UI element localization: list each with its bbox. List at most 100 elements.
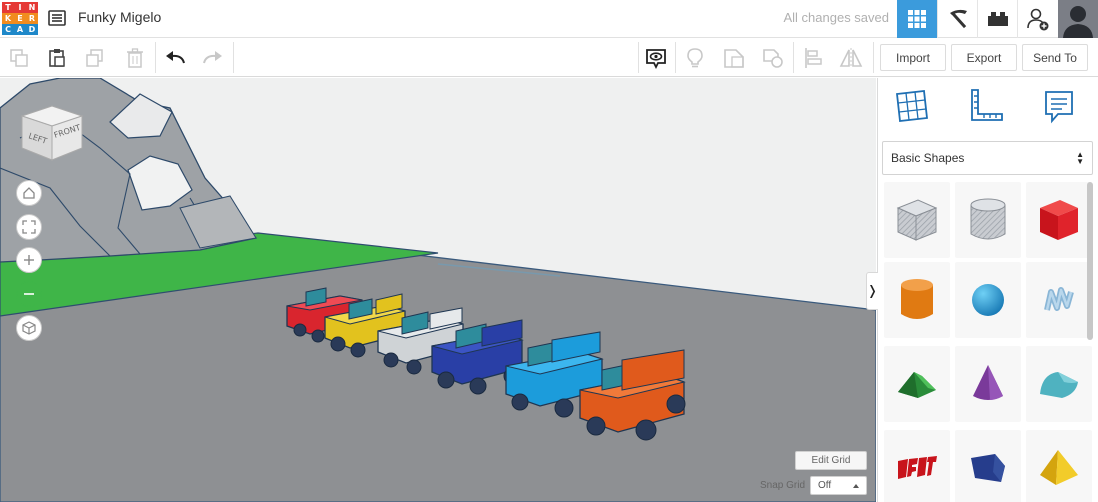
ungroup-icon [763,48,783,68]
chevron-right-icon: ❭ [867,283,878,299]
3d-view-button[interactable] [897,0,937,38]
toolbar-divider [233,42,234,73]
shape-cone[interactable] [955,346,1021,422]
roof-icon [898,372,936,398]
workplane-viewport[interactable]: LEFT FRONT Edit Grid Snap Grid Off [0,78,876,502]
duplicate-icon [86,48,103,67]
trash-icon [127,47,143,68]
shape-text[interactable] [884,430,950,502]
mirror-icon [839,47,863,68]
brick-icon [987,12,1008,26]
shape-category-select[interactable]: Basic Shapes ▲ ▼ [882,141,1093,175]
grid-icon [908,10,926,28]
toolbar-divider [873,42,874,73]
logo-letter: R [26,13,38,24]
workplane-grid-icon [896,90,928,122]
design-list-icon[interactable] [48,9,66,27]
redo-button[interactable] [194,38,232,77]
invite-user-button[interactable] [1017,0,1057,38]
paste-button[interactable] [38,38,76,77]
polygon-icon [971,454,1005,482]
ungroup-button[interactable] [754,38,792,77]
export-button[interactable]: Export [951,44,1017,71]
zoom-in-button[interactable] [16,247,42,273]
ruler-tool-button[interactable] [966,86,1006,126]
paste-icon [49,48,65,67]
notes-tool-button[interactable] [1039,86,1079,126]
workplane-tool-button[interactable] [892,86,932,126]
collapse-panel-button[interactable]: ❭ [866,272,878,310]
fit-view-button[interactable] [16,214,42,240]
plus-icon [24,255,34,265]
home-view-button[interactable] [16,180,42,206]
zoom-out-button[interactable] [16,281,42,307]
shape-round-roof[interactable] [1026,346,1092,422]
shape-polygon[interactable] [955,430,1021,502]
shape-pyramid[interactable] [1026,430,1092,502]
view-cube[interactable]: LEFT FRONT [14,98,86,168]
undo-icon [166,50,185,63]
send-to-button[interactable]: Send To [1022,44,1088,71]
ruler-icon [971,89,1003,121]
perspective-button[interactable] [16,315,42,341]
logo-letter: N [26,2,38,13]
delete-button[interactable] [116,38,154,77]
shape-cylinder[interactable] [884,262,950,338]
logo-letter: K [2,13,14,24]
tinkercad-logo[interactable]: T I N K E R C A D [2,2,38,35]
shape-cylinder-hole[interactable] [955,182,1021,258]
logo-letter: I [14,2,26,13]
align-button[interactable] [794,38,832,77]
shapes-panel: Basic Shapes ▲ ▼ [877,78,1098,502]
logo-letter: D [26,24,38,35]
undo-button[interactable] [156,38,194,77]
top-bar: T I N K E R C A D Funky Migelo All chang… [0,0,1098,38]
cone-icon [973,365,1003,400]
add-user-icon [1026,8,1048,31]
shape-roof[interactable] [884,346,950,422]
cube-icon [22,321,36,335]
import-button[interactable]: Import [880,44,946,71]
snap-grid-select[interactable]: Off [810,476,867,495]
sphere-icon [972,284,1004,316]
copy-button[interactable] [0,38,38,77]
show-all-button[interactable] [637,38,675,77]
3d-scene[interactable] [0,78,876,502]
note-icon [1045,91,1073,124]
round-roof-icon [1040,372,1078,398]
minus-icon [24,293,34,295]
shape-scribble[interactable] [1026,262,1092,338]
cylinder-icon [901,279,933,319]
edit-grid-button[interactable]: Edit Grid [795,451,867,470]
document-title[interactable]: Funky Migelo [78,9,161,25]
bricks-view-button[interactable] [977,0,1017,38]
save-status: All changes saved [783,10,889,25]
cylinder-hole-icon [970,198,1006,240]
copy-icon [10,48,28,67]
user-avatar[interactable] [1058,0,1098,38]
snap-grid-value: Off [818,480,832,491]
fit-icon [22,220,36,234]
snap-grid-label: Snap Grid [760,480,806,491]
select-arrows-icon: ▲ ▼ [1076,150,1084,166]
duplicate-button[interactable] [76,38,114,77]
caret-up-icon [853,484,859,488]
panel-scrollbar[interactable] [1087,182,1093,340]
text-shape-icon [898,456,937,479]
logo-letter: C [2,24,14,35]
notes-button[interactable] [676,38,714,77]
box-icon [1040,200,1078,240]
eye-speech-icon [646,48,666,69]
pyramid-icon [1040,450,1078,485]
blocks-view-button[interactable] [937,0,977,38]
logo-letter: T [2,2,14,13]
group-button[interactable] [715,38,753,77]
shape-sphere[interactable] [955,262,1021,338]
shape-box[interactable] [1026,182,1092,258]
shape-box-hole[interactable] [884,182,950,258]
mirror-button[interactable] [832,38,870,77]
box-hole-icon [896,199,938,241]
edit-toolbar: Import Export Send To [0,38,1098,77]
group-icon [724,48,744,68]
redo-icon [203,50,222,63]
